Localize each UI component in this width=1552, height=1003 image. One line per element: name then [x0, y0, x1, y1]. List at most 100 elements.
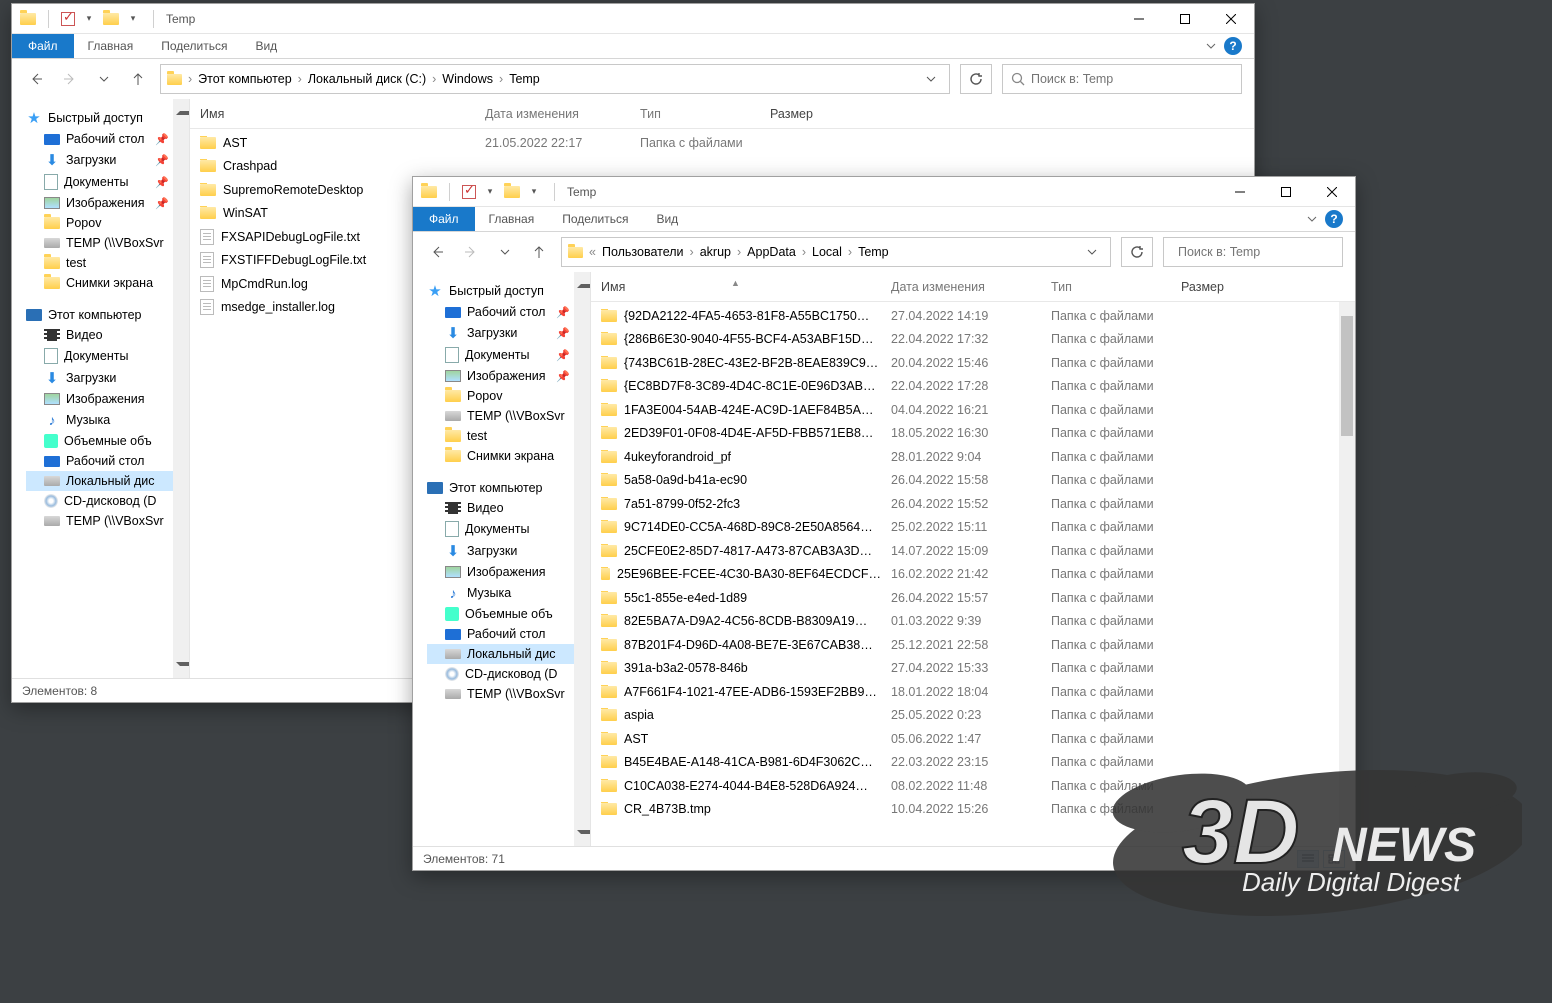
- back-button[interactable]: [24, 67, 48, 91]
- sidebar-item[interactable]: Рабочий стол📌: [427, 302, 590, 322]
- sidebar-item[interactable]: ♪Музыка: [26, 409, 189, 431]
- this-pc-header[interactable]: Этот компьютер: [26, 305, 189, 325]
- chevron-right-icon[interactable]: ›: [735, 245, 743, 259]
- list-item[interactable]: 55c1-855e-e4ed-1d8926.04.2022 15:57Папка…: [591, 586, 1355, 610]
- scrollbar[interactable]: [1339, 302, 1355, 846]
- address-bar[interactable]: « Пользователи› akrup› AppData› Local› T…: [561, 237, 1111, 267]
- sidebar-item[interactable]: TEMP (\\VBoxSvr: [427, 406, 590, 426]
- sidebar-item[interactable]: Popov: [26, 213, 189, 233]
- list-item[interactable]: AST21.05.2022 22:17Папка с файлами: [190, 131, 1254, 155]
- column-size[interactable]: Размер: [1181, 280, 1251, 294]
- chevron-right-icon[interactable]: ›: [186, 72, 194, 86]
- sidebar-item[interactable]: Объемные объ: [26, 431, 189, 451]
- sidebar-item[interactable]: Видео: [427, 498, 590, 518]
- address-dropdown-icon[interactable]: [1080, 240, 1104, 264]
- minimize-button[interactable]: [1217, 177, 1263, 207]
- sidebar-item[interactable]: ⬇Загрузки📌: [26, 149, 189, 171]
- maximize-button[interactable]: [1263, 177, 1309, 207]
- history-dropdown-icon[interactable]: [92, 67, 116, 91]
- column-name[interactable]: Имя▲: [601, 280, 891, 294]
- chevron-right-icon[interactable]: ›: [846, 245, 854, 259]
- titlebar[interactable]: ▾ ▾ Temp: [413, 177, 1355, 207]
- sidebar-item[interactable]: Объемные объ: [427, 604, 590, 624]
- sidebar-item[interactable]: Снимки экрана: [26, 273, 189, 293]
- sidebar-item[interactable]: Изображения📌: [427, 366, 590, 386]
- sidebar-item[interactable]: Документы📌: [427, 344, 590, 366]
- breadcrumb[interactable]: Temp: [858, 245, 889, 259]
- list-item[interactable]: 1FA3E004-54AB-424E-AC9D-1AEF84B5A…04.04.…: [591, 398, 1355, 422]
- minimize-button[interactable]: [1116, 4, 1162, 34]
- scrollbar-thumb[interactable]: [1341, 316, 1353, 436]
- sidebar-item[interactable]: Документы: [26, 345, 189, 367]
- breadcrumb[interactable]: AppData: [747, 245, 796, 259]
- search-box[interactable]: [1002, 64, 1242, 94]
- chevron-right-icon[interactable]: ›: [430, 72, 438, 86]
- breadcrumb[interactable]: Temp: [509, 72, 540, 86]
- chevron-right-icon[interactable]: ›: [688, 245, 696, 259]
- list-item[interactable]: 82E5BA7A-D9A2-4C56-8CDB-B8309A19…01.03.2…: [591, 610, 1355, 634]
- refresh-button[interactable]: [1121, 237, 1153, 267]
- breadcrumb[interactable]: Пользователи: [602, 245, 684, 259]
- column-date[interactable]: Дата изменения: [891, 280, 1051, 294]
- tab-home[interactable]: Главная: [475, 207, 549, 231]
- folder-icon[interactable]: [103, 13, 119, 25]
- quick-access-header[interactable]: ★Быстрый доступ: [26, 107, 189, 129]
- details-view-button[interactable]: [1297, 850, 1319, 868]
- forward-button[interactable]: [459, 240, 483, 264]
- sidebar-item[interactable]: ⬇Загрузки: [427, 540, 590, 562]
- chevron-left-icon[interactable]: «: [587, 245, 598, 259]
- scrollbar[interactable]: [574, 272, 590, 846]
- column-date[interactable]: Дата изменения: [485, 107, 640, 121]
- list-item[interactable]: 5a58-0a9d-b41a-ec9026.04.2022 15:58Папка…: [591, 469, 1355, 493]
- close-button[interactable]: [1208, 4, 1254, 34]
- list-item[interactable]: C10CA038-E274-4044-B4E8-528D6A924…08.02.…: [591, 774, 1355, 798]
- ribbon-expand-icon[interactable]: [1204, 39, 1218, 53]
- maximize-button[interactable]: [1162, 4, 1208, 34]
- sidebar-item[interactable]: ⬇Загрузки📌: [427, 322, 590, 344]
- search-box[interactable]: [1163, 237, 1343, 267]
- breadcrumb[interactable]: akrup: [700, 245, 731, 259]
- list-item[interactable]: 9C714DE0-CC5A-468D-89C8-2E50A8564…25.02.…: [591, 516, 1355, 540]
- ribbon-expand-icon[interactable]: [1305, 212, 1319, 226]
- sidebar-item[interactable]: Снимки экрана: [427, 446, 590, 466]
- sidebar-item[interactable]: Popov: [427, 386, 590, 406]
- list-item[interactable]: 87B201F4-D96D-4A08-BE7E-3E67CAB38…25.12.…: [591, 633, 1355, 657]
- refresh-button[interactable]: [960, 64, 992, 94]
- breadcrumb[interactable]: Этот компьютер: [198, 72, 291, 86]
- list-item[interactable]: 25E96BEE-FCEE-4C30-BA30-8EF64ECDCF…16.02…: [591, 563, 1355, 587]
- sidebar-item[interactable]: TEMP (\\VBoxSvr: [427, 684, 590, 704]
- list-item[interactable]: 25CFE0E2-85D7-4817-A473-87CAB3A3D…14.07.…: [591, 539, 1355, 563]
- sidebar-item[interactable]: Изображения: [427, 562, 590, 582]
- column-headers[interactable]: Имя Дата изменения Тип Размер: [190, 99, 1254, 129]
- list-item[interactable]: aspia25.05.2022 0:23Папка с файлами: [591, 704, 1355, 728]
- back-button[interactable]: [425, 240, 449, 264]
- sidebar-item[interactable]: Документы📌: [26, 171, 189, 193]
- sidebar-item[interactable]: ⬇Загрузки: [26, 367, 189, 389]
- sidebar-item[interactable]: test: [427, 426, 590, 446]
- sidebar-item[interactable]: Рабочий стол: [427, 624, 590, 644]
- sidebar-item[interactable]: Видео: [26, 325, 189, 345]
- tab-file[interactable]: Файл: [413, 207, 475, 231]
- forward-button[interactable]: [58, 67, 82, 91]
- dropdown-icon[interactable]: ▾: [482, 184, 498, 200]
- breadcrumb[interactable]: Local: [812, 245, 842, 259]
- list-item[interactable]: Crashpad: [190, 155, 1254, 179]
- folder-icon[interactable]: [504, 186, 520, 198]
- close-button[interactable]: [1309, 177, 1355, 207]
- quick-access-header[interactable]: ★Быстрый доступ: [427, 280, 590, 302]
- up-button[interactable]: [126, 67, 150, 91]
- sidebar-item[interactable]: Изображения📌: [26, 193, 189, 213]
- list-item[interactable]: 7a51-8799-0f52-2fc326.04.2022 15:52Папка…: [591, 492, 1355, 516]
- list-item[interactable]: CR_4B73B.tmp10.04.2022 15:26Папка с файл…: [591, 798, 1355, 822]
- list-item[interactable]: A7F661F4-1021-47EE-ADB6-1593EF2BB9…18.01…: [591, 680, 1355, 704]
- sidebar-item[interactable]: Локальный дис: [26, 471, 189, 491]
- sidebar-item[interactable]: TEMP (\\VBoxSvr: [26, 233, 189, 253]
- tab-share[interactable]: Поделиться: [548, 207, 642, 231]
- tab-home[interactable]: Главная: [74, 34, 148, 58]
- list-item[interactable]: {92DA2122-4FA5-4653-81F8-A55BC1750…27.04…: [591, 304, 1355, 328]
- sidebar-item[interactable]: TEMP (\\VBoxSvr: [26, 511, 189, 531]
- list-item[interactable]: 4ukeyforandroid_pf28.01.2022 9:04Папка с…: [591, 445, 1355, 469]
- column-size[interactable]: Размер: [770, 107, 850, 121]
- column-name[interactable]: Имя: [200, 107, 485, 121]
- search-input[interactable]: [1178, 245, 1339, 259]
